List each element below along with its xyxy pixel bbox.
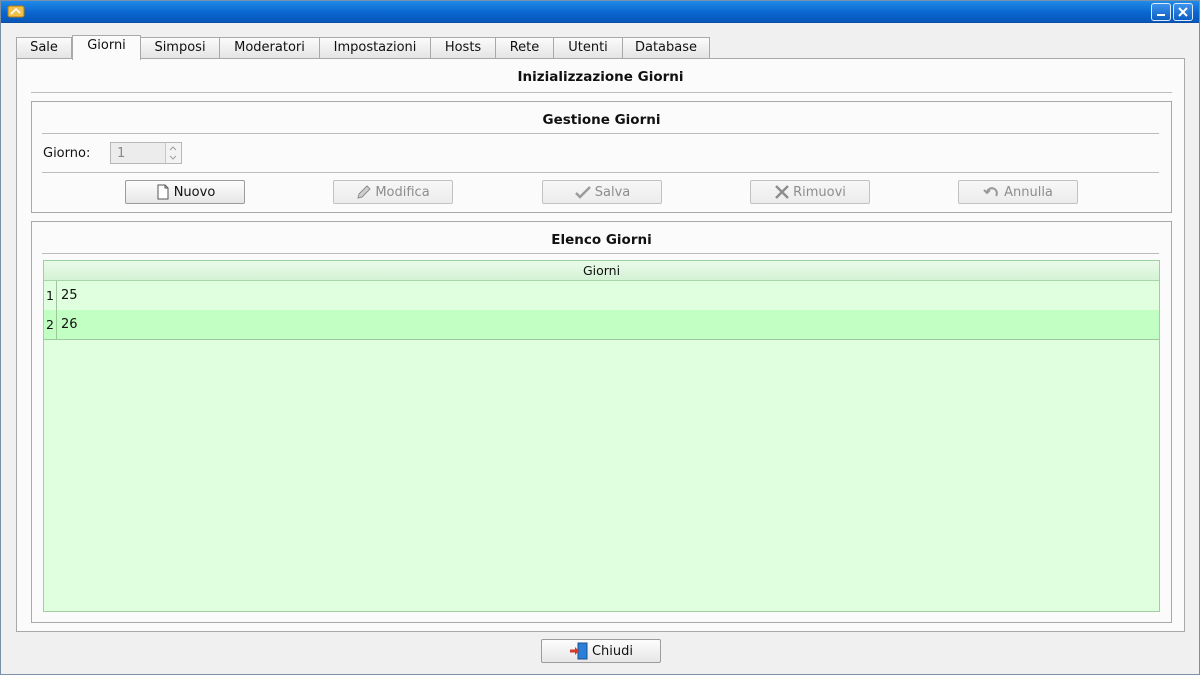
tab-hosts[interactable]: Hosts [430, 37, 496, 59]
new-document-icon [157, 184, 169, 200]
chiudi-button[interactable]: Chiudi [541, 639, 661, 663]
nuovo-button[interactable]: Nuovo [125, 180, 245, 204]
rimuovi-button[interactable]: Rimuovi [750, 180, 870, 204]
elenco-giorni-title: Elenco Giorni [551, 232, 652, 248]
tab-database[interactable]: Database [622, 37, 710, 59]
table-row[interactable]: 2 26 [44, 310, 1159, 340]
close-icon [1178, 7, 1188, 17]
divider [42, 172, 1159, 173]
gestione-giorni-group: Gestione Giorni Giorno: 1 Nuovo Modifica… [31, 101, 1172, 213]
minimize-button[interactable] [1151, 3, 1171, 21]
giorni-table[interactable]: Giorni 1 25 2 26 [43, 260, 1160, 612]
tab-sale[interactable]: Sale [16, 37, 72, 59]
exit-door-icon [569, 642, 588, 660]
table-cell[interactable]: 25 [61, 281, 78, 310]
checkmark-icon [574, 186, 591, 199]
pencil-icon [357, 185, 372, 199]
giorno-spinner[interactable]: 1 [110, 142, 182, 164]
title-bar [1, 1, 1199, 23]
tab-utenti[interactable]: Utenti [553, 37, 623, 59]
salva-button[interactable]: Salva [542, 180, 662, 204]
row-header[interactable]: 1 [44, 281, 57, 310]
modifica-label: Modifica [375, 184, 430, 200]
divider [42, 133, 1159, 134]
modifica-button[interactable]: Modifica [333, 180, 453, 204]
close-window-button[interactable] [1173, 3, 1193, 21]
tab-giorni[interactable]: Giorni [72, 35, 141, 60]
row-header[interactable]: 2 [44, 310, 57, 339]
chiudi-label: Chiudi [591, 643, 634, 659]
table-row[interactable]: 1 25 [44, 281, 1159, 311]
annulla-label: Annulla [1004, 184, 1053, 200]
divider [31, 92, 1172, 93]
remove-x-icon [775, 185, 789, 199]
divider [42, 253, 1159, 254]
app-icon [7, 5, 25, 18]
tab-impostazioni[interactable]: Impostazioni [319, 37, 431, 59]
minimize-icon [1157, 14, 1165, 16]
page-title: Inizializzazione Giorni [517, 69, 684, 85]
annulla-button[interactable]: Annulla [958, 180, 1078, 204]
giorno-label: Giorno: [43, 146, 91, 161]
rimuovi-label: Rimuovi [793, 184, 846, 200]
tab-rete[interactable]: Rete [495, 37, 554, 59]
gestione-giorni-title: Gestione Giorni [542, 112, 661, 128]
main-window: Sale Giorni Simposi Moderatori Impostazi… [0, 0, 1200, 675]
tab-panel-giorni: Inizializzazione Giorni Gestione Giorni … [16, 58, 1185, 632]
chevron-up-icon [169, 146, 177, 151]
table-cell[interactable]: 26 [61, 310, 78, 339]
column-header-giorni[interactable]: Giorni [44, 261, 1159, 281]
chevron-down-icon [169, 155, 177, 160]
undo-icon [983, 187, 998, 197]
spinner-arrows[interactable] [165, 143, 181, 163]
nuovo-label: Nuovo [173, 184, 216, 200]
elenco-giorni-group: Elenco Giorni Giorni 1 25 2 26 [31, 221, 1172, 623]
salva-label: Salva [594, 184, 631, 200]
giorno-value: 1 [117, 146, 126, 161]
tab-moderatori[interactable]: Moderatori [219, 37, 320, 59]
tab-simposi[interactable]: Simposi [140, 37, 220, 59]
